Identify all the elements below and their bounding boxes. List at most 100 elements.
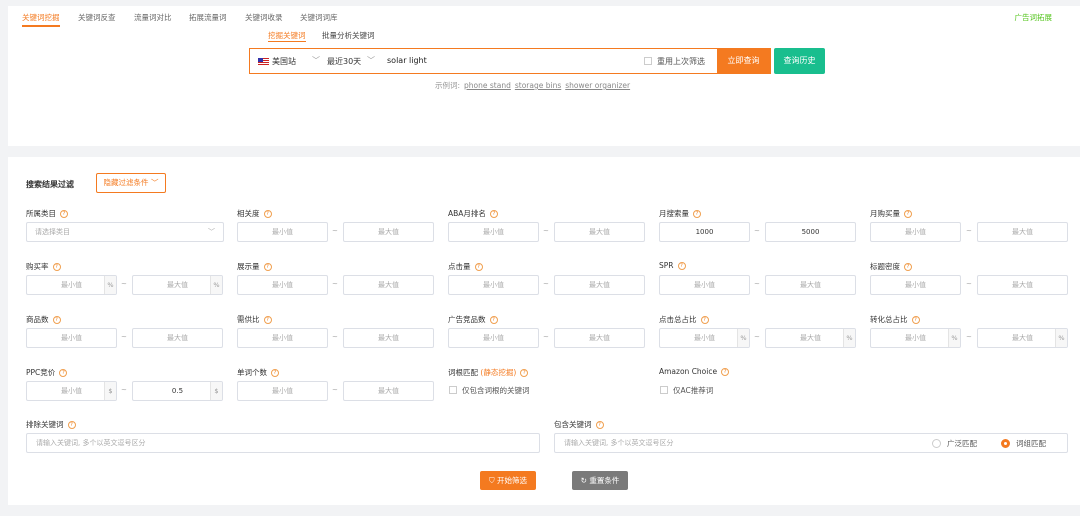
help-icon[interactable]: ? [693, 210, 701, 218]
purchase-rate-min-input[interactable]: 最小值% [26, 275, 117, 295]
help-icon[interactable]: ? [595, 421, 604, 429]
filter-icon: ⛉ [488, 476, 495, 485]
ppc-bid-label: PPC竞价? [26, 367, 68, 378]
category-select[interactable]: 请选择类目 ﹀ [26, 222, 224, 242]
tab-keyword-library[interactable]: 关键词词库 [300, 12, 338, 23]
monthly-search-min-input[interactable]: 1000 [659, 222, 750, 242]
help-icon[interactable]: ? [904, 210, 912, 218]
period-select[interactable]: 最近30天 [327, 56, 361, 67]
help-icon[interactable]: ? [59, 369, 68, 377]
monthly-purchase-min-input[interactable]: 最小值 [870, 222, 961, 242]
search-input[interactable]: solar light [387, 56, 427, 65]
label-text: 月购买量 [870, 209, 900, 218]
ac-only-checkbox[interactable] [660, 386, 668, 394]
help-icon[interactable]: ? [271, 369, 279, 377]
help-icon[interactable]: ? [489, 316, 498, 324]
clicks-min-input[interactable]: 最小值 [448, 275, 539, 295]
help-icon[interactable]: ? [700, 316, 709, 324]
ppc-bid-max-input[interactable]: 0.5 $ [132, 381, 223, 401]
product-count-max-input[interactable]: 最大值 [132, 328, 223, 348]
example-link[interactable]: storage bins [515, 81, 561, 90]
help-icon[interactable]: ? [52, 316, 61, 324]
help-icon[interactable]: ? [911, 316, 920, 324]
tab-keyword-mining[interactable]: 关键词挖掘 [22, 12, 60, 23]
range-dash: ~ [121, 280, 127, 288]
purchase-rate-max-input[interactable]: 最大值% [132, 275, 223, 295]
reuse-filter-checkbox[interactable] [644, 57, 652, 65]
aba-rank-min-input[interactable]: 最小值 [448, 222, 539, 242]
root-only-checkbox[interactable] [449, 386, 457, 394]
spr-max-input[interactable]: 最大值 [765, 275, 856, 295]
click-share-max-input[interactable]: 最大值% [765, 328, 856, 348]
help-icon[interactable]: ? [60, 210, 68, 218]
relevance-max-input[interactable]: 最大值 [343, 222, 434, 242]
title-density-max-input[interactable]: 最大值 [977, 275, 1068, 295]
site-select[interactable]: 美国站 [272, 56, 296, 67]
tab-traffic-expand[interactable]: 拓展流量词 [189, 12, 227, 23]
impressions-min-input[interactable]: 最小值 [237, 275, 328, 295]
range-dash: ~ [966, 280, 972, 288]
broad-match-radio[interactable] [932, 439, 941, 448]
monthly-purchase-max-input[interactable]: 最大值 [977, 222, 1068, 242]
help-icon[interactable]: ? [904, 263, 912, 271]
word-count-max-input[interactable]: 最大值 [343, 381, 434, 401]
reset-conditions-button[interactable]: ↻ 重置条件 [572, 471, 628, 490]
help-icon[interactable]: ? [474, 263, 483, 271]
help-icon[interactable]: ? [721, 368, 730, 376]
category-placeholder: 请选择类目 [35, 228, 70, 236]
help-icon[interactable]: ? [67, 421, 76, 429]
help-icon[interactable]: ? [489, 210, 498, 218]
click-share-min-input[interactable]: 最小值% [659, 328, 750, 348]
label-text: ABA月排名 [448, 209, 486, 218]
label-text: 单词个数 [237, 368, 267, 377]
exclude-keywords-input[interactable]: 请输入关键词, 多个以英文逗号区分 [26, 433, 540, 453]
aba-rank-label: ABA月排名? [448, 208, 498, 219]
include-keywords-input[interactable]: 请输入关键词, 多个以英文逗号区分 [554, 433, 1068, 453]
monthly-search-max-input[interactable]: 5000 [765, 222, 856, 242]
chevron-down-icon: ﹀ [208, 228, 215, 236]
supply-demand-min-input[interactable]: 最小值 [237, 328, 328, 348]
purchase-rate-label: 购买率? [26, 261, 61, 272]
amazon-choice-label: Amazon Choice? [659, 367, 730, 376]
root-only-label: 仅包含词根的关键词 [462, 386, 530, 395]
relevance-min-input[interactable]: 最小值 [237, 222, 328, 242]
start-filter-button[interactable]: ⛉ 开始筛选 [480, 471, 536, 490]
help-icon[interactable]: ? [263, 210, 272, 218]
clicks-max-input[interactable]: 最大值 [554, 275, 645, 295]
product-count-min-input[interactable]: 最小值 [26, 328, 117, 348]
chevron-down-icon[interactable]: ﹀ [367, 55, 375, 66]
help-icon[interactable]: ? [52, 263, 61, 271]
example-link[interactable]: shower organizer [565, 81, 630, 90]
example-link[interactable]: phone stand [464, 81, 511, 90]
query-button[interactable]: 立即查询 [717, 49, 770, 73]
title-density-min-input[interactable]: 最小值 [870, 275, 961, 295]
aba-rank-max-input[interactable]: 最大值 [554, 222, 645, 242]
example-keywords: 示例词: phone stand storage bins shower organi… [435, 80, 630, 91]
help-icon[interactable]: ? [263, 316, 272, 324]
tab-traffic-compare[interactable]: 流量词对比 [134, 12, 172, 23]
label-text: 所属类目 [26, 209, 56, 218]
ppc-bid-min-input[interactable]: 最小值 $ [26, 381, 117, 401]
conversion-share-min-input[interactable]: 最小值% [870, 328, 961, 348]
spr-min-input[interactable]: 最小值 [659, 275, 750, 295]
conversion-share-max-input[interactable]: 最大值% [977, 328, 1068, 348]
history-button[interactable]: 查询历史 [774, 48, 825, 74]
ad-products-max-input[interactable]: 最大值 [554, 328, 645, 348]
hide-filters-button[interactable]: 隐藏过滤条件 ﹀ [96, 173, 166, 193]
supply-demand-max-input[interactable]: 最大值 [343, 328, 434, 348]
mode-tab-batch[interactable]: 批量分析关键词 [322, 30, 375, 41]
phrase-match-radio[interactable] [1001, 439, 1010, 448]
help-icon[interactable]: ? [677, 262, 686, 270]
impressions-max-input[interactable]: 最大值 [343, 275, 434, 295]
help-icon[interactable]: ? [263, 263, 272, 271]
help-icon[interactable]: ? [520, 369, 529, 377]
range-dash: ~ [332, 333, 338, 341]
ad-products-min-input[interactable]: 最小值 [448, 328, 539, 348]
mode-tab-mine[interactable]: 挖掘关键词 [268, 30, 306, 41]
tab-keyword-reverse[interactable]: 关键词反查 [78, 12, 116, 23]
tab-keyword-index[interactable]: 关键词收录 [245, 12, 283, 23]
chevron-down-icon[interactable]: ﹀ [312, 55, 320, 66]
range-dash: ~ [543, 333, 549, 341]
ad-keyword-expand-link[interactable]: 广告词拓展 [1015, 12, 1053, 23]
word-count-min-input[interactable]: 最小值 [237, 381, 328, 401]
